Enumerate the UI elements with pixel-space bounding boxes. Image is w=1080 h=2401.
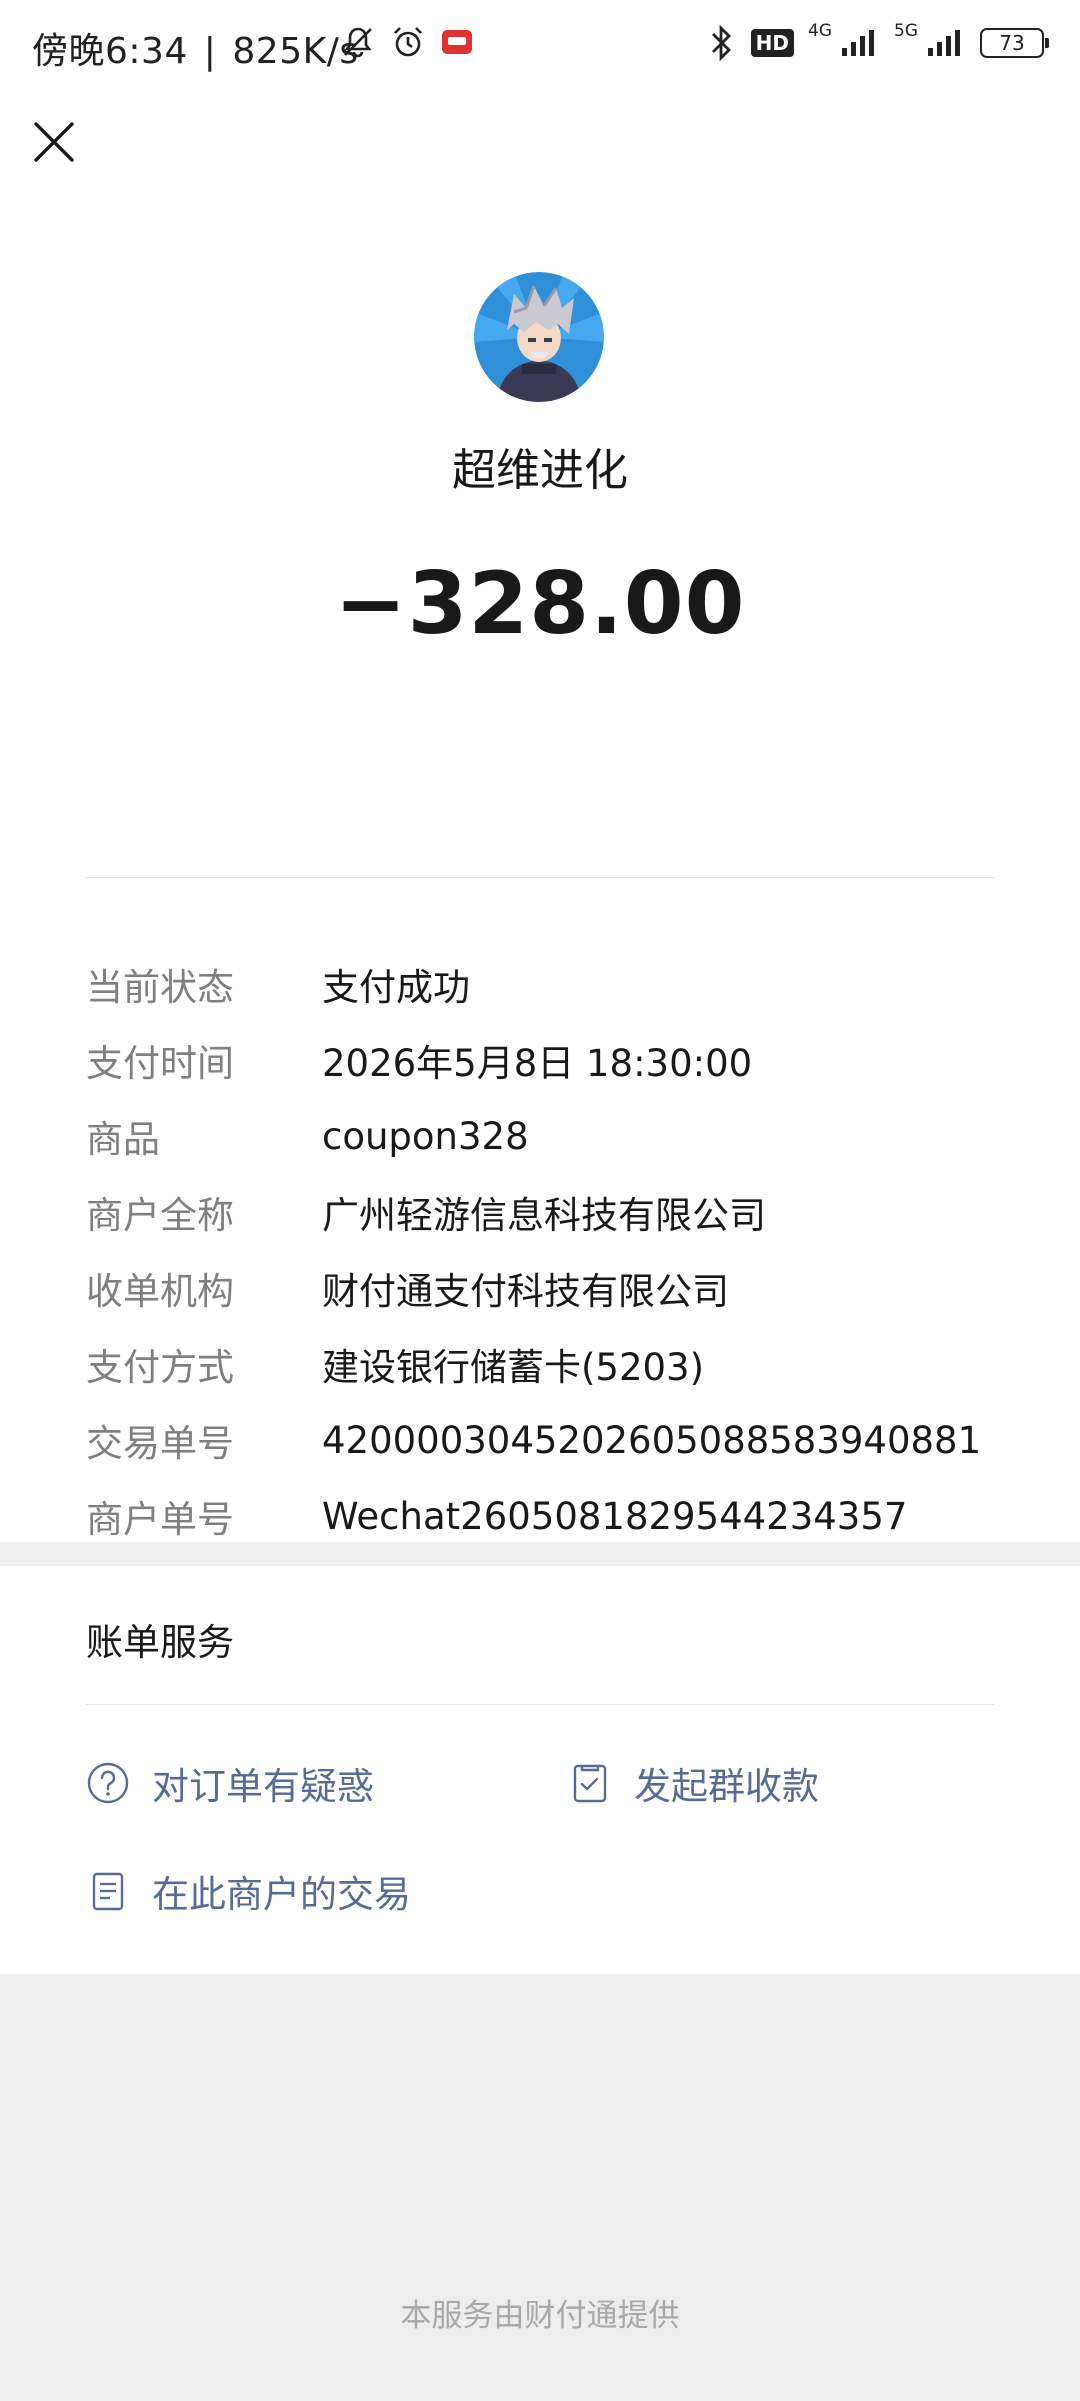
hd-voice-badge: HD [750, 29, 794, 57]
network-4g-label: 4G [808, 21, 832, 41]
detail-value: 4200003045202605088583940881 [322, 1418, 982, 1462]
order-question-link[interactable]: 对订单有疑惑 [86, 1756, 374, 1810]
network-5g-label: 5G [894, 21, 918, 41]
merchant-name: 超维进化 [452, 445, 628, 496]
detail-label: 商户全称 [86, 1194, 234, 1237]
close-icon [34, 122, 74, 162]
payment-detail-page: 傍晚6:34 | 825K/s HD 4G 5G 73 超维进化 −328.00… [0, 0, 1080, 2401]
receipt-check-icon [573, 1764, 607, 1803]
order-question-label: 对订单有疑惑 [152, 1765, 374, 1808]
detail-value: coupon328 [322, 1114, 529, 1158]
status-system-icons: HD 4G 5G 73 [707, 21, 1049, 62]
detail-label: 当前状态 [86, 966, 234, 1009]
detail-row-payment-method: 支付方式 建设银行储蓄卡(5203) [86, 1326, 1006, 1402]
merchant-transactions-label: 在此商户的交易 [152, 1873, 411, 1916]
group-collect-label: 发起群收款 [634, 1765, 819, 1808]
battery-icon: 73 [980, 28, 1049, 58]
merchant-avatar [474, 272, 604, 402]
status-time-speed: 傍晚6:34 | 825K/s [32, 22, 359, 74]
detail-list: 当前状态 支付成功 支付时间 2026年5月8日 18:30:00 商品 cou… [86, 946, 1006, 1554]
question-circle-icon [87, 1762, 129, 1804]
app-notification-icon [442, 30, 472, 54]
detail-row-merchant-full-name: 商户全称 广州轻游信息科技有限公司 [86, 1174, 1006, 1250]
section-gap [0, 1542, 1080, 1566]
detail-row-product: 商品 coupon328 [86, 1098, 1006, 1174]
detail-value: 支付成功 [322, 966, 470, 1009]
services-title: 账单服务 [86, 1621, 234, 1664]
detail-label: 收单机构 [86, 1270, 234, 1313]
alarm-clock-icon [394, 27, 422, 57]
status-time: 傍晚6:34 [32, 31, 188, 72]
detail-row-acquirer: 收单机构 财付通支付科技有限公司 [86, 1250, 1006, 1326]
document-list-icon [92, 1872, 124, 1911]
group-collect-link[interactable]: 发起群收款 [568, 1756, 819, 1810]
payment-amount: −328.00 [334, 554, 746, 654]
status-bar: 傍晚6:34 | 825K/s HD 4G 5G 73 [0, 0, 1080, 94]
provider-footer: 本服务由财付通提供 [400, 2298, 680, 2334]
merchant-transactions-link[interactable]: 在此商户的交易 [86, 1864, 411, 1918]
detail-value: 广州轻游信息科技有限公司 [322, 1194, 766, 1237]
detail-value: 2026年5月8日 18:30:00 [322, 1042, 753, 1085]
detail-label: 交易单号 [86, 1422, 234, 1465]
battery-level: 73 [999, 31, 1025, 55]
status-separator: | [203, 31, 217, 72]
detail-row-pay-time: 支付时间 2026年5月8日 18:30:00 [86, 1022, 1006, 1098]
detail-row-transaction-id: 交易单号 4200003045202605088583940881 [86, 1402, 1006, 1478]
signal-4g-icon [842, 30, 874, 56]
detail-value: 建设银行储蓄卡(5203) [322, 1346, 705, 1389]
detail-label: 商品 [86, 1118, 160, 1161]
signal-5g-icon [928, 30, 960, 56]
status-notification-icons [340, 24, 474, 60]
divider [86, 877, 994, 878]
detail-label: 商户单号 [86, 1498, 234, 1541]
detail-label: 支付方式 [86, 1346, 234, 1389]
detail-row-status: 当前状态 支付成功 [86, 946, 1006, 1022]
detail-label: 支付时间 [86, 1042, 234, 1085]
bluetooth-icon [711, 24, 731, 62]
divider [86, 1704, 994, 1705]
detail-value: 财付通支付科技有限公司 [322, 1270, 729, 1313]
payment-detail-card: 超维进化 −328.00 当前状态 支付成功 支付时间 2026年5月8日 18… [0, 94, 1080, 1542]
detail-value: Wechat2605081829544234357 [322, 1494, 908, 1538]
bill-services-card: 账单服务 对订单有疑惑 发起群收款 在此商户的交易 [0, 1566, 1080, 1974]
close-button[interactable] [28, 116, 80, 168]
mute-bell-icon [344, 27, 372, 58]
